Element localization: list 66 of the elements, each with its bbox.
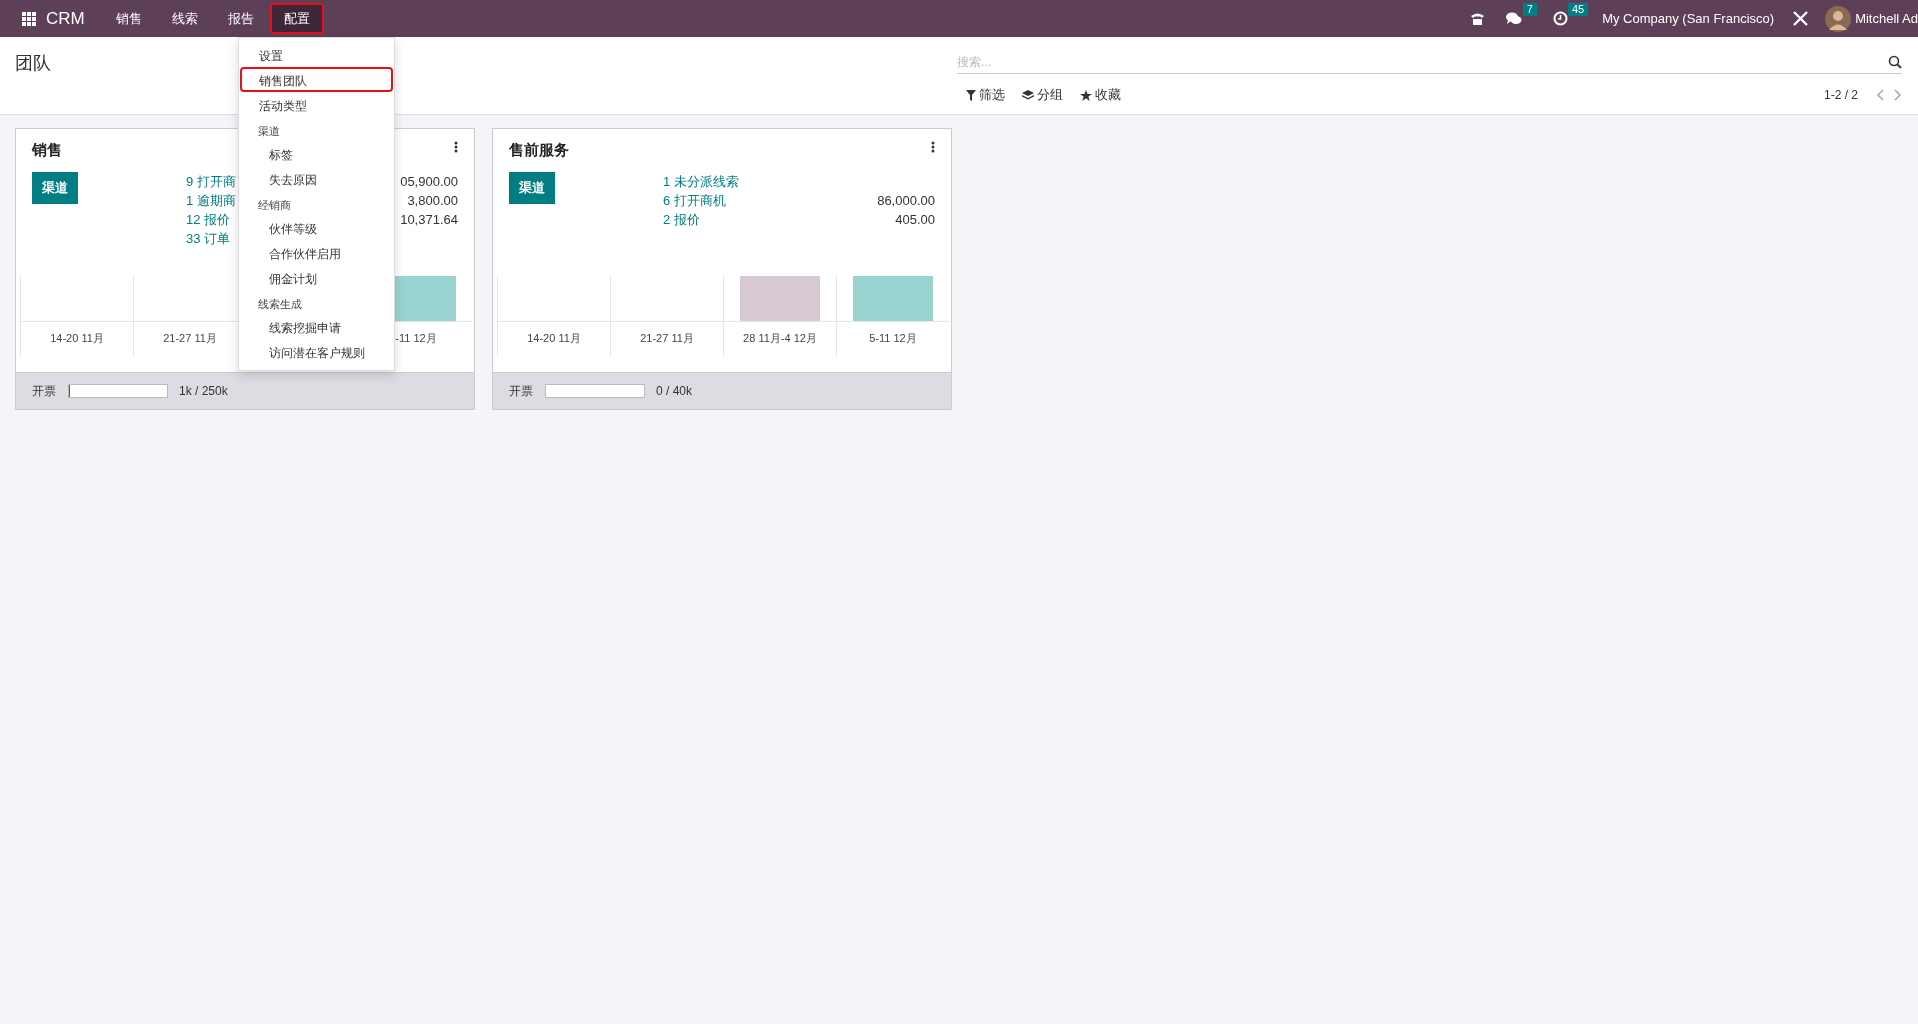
layers-icon xyxy=(1022,89,1034,101)
menu-item[interactable]: 设置 xyxy=(240,42,393,67)
stat-value: 3,800.00 xyxy=(407,192,458,210)
menu-section-header: 经销商 xyxy=(257,198,292,213)
search-icon[interactable] xyxy=(1888,55,1902,69)
stat-link[interactable]: 33 订单 xyxy=(186,229,231,248)
apps-menu-icon[interactable] xyxy=(22,11,36,26)
week-label: 14-20 11月 xyxy=(527,331,581,346)
phone-icon[interactable] xyxy=(1469,11,1485,26)
company-switcher[interactable]: My Company (San Francisco) xyxy=(1602,11,1775,26)
week-label: 21-27 11月 xyxy=(640,331,694,346)
pipeline-button[interactable]: 渠道 xyxy=(32,172,78,204)
pipeline-button[interactable]: 渠道 xyxy=(509,172,555,204)
stat-link[interactable]: 1 逾期商 xyxy=(186,191,236,210)
stat-link[interactable]: 2 报价 xyxy=(663,210,700,229)
week-label: 5-11 12月 xyxy=(869,331,917,346)
stat-value: 10,371.64 xyxy=(400,211,458,229)
menu-item[interactable]: 访问潜在客户规则 xyxy=(240,339,393,364)
activity-count-badge: 45 xyxy=(1567,3,1589,16)
week-label: 14-20 11月 xyxy=(50,331,104,346)
week-label: -11 12月 xyxy=(395,331,437,346)
filter-button[interactable]: 收藏 xyxy=(1080,86,1121,104)
invoicing-label: 开票 xyxy=(32,382,56,400)
chat-icon[interactable] xyxy=(1504,11,1523,26)
week-label: 21-27 11月 xyxy=(163,331,217,346)
menu-item[interactable]: 伙伴等级 xyxy=(240,215,393,240)
stat-link[interactable]: 1 未分派线索 xyxy=(663,172,739,191)
menu-section-header: 线索生成 xyxy=(257,297,303,312)
kebab-menu-icon[interactable] xyxy=(931,141,935,153)
stat-value: 405.00 xyxy=(895,211,935,229)
menu-item[interactable]: 失去原因 xyxy=(240,166,393,191)
menu-item[interactable]: 活动类型 xyxy=(240,92,393,117)
star-icon xyxy=(1080,89,1092,101)
stat-link[interactable]: 12 报价 xyxy=(186,210,231,229)
stat-link[interactable]: 6 打开商机 xyxy=(663,191,726,210)
app-name[interactable]: CRM xyxy=(46,8,85,29)
menu-item[interactable]: 佣金计划 xyxy=(240,265,393,290)
stat-link[interactable]: 9 打开商 xyxy=(186,172,236,191)
pager-value: 1-2 / 2 xyxy=(1823,88,1858,102)
stat-value: 05,900.00 xyxy=(400,173,458,191)
team-name: 销售 xyxy=(32,141,62,160)
progress-reading: 0 / 40k xyxy=(656,384,693,398)
progress-reading: 1k / 250k xyxy=(179,384,228,398)
nav-menu-item[interactable]: 销售 xyxy=(101,3,156,34)
menu-item[interactable]: 合作伙伴启用 xyxy=(240,240,393,265)
filter-button[interactable]: 分组 xyxy=(1022,86,1063,104)
menu-item[interactable]: 标签 xyxy=(240,141,393,166)
menu-item[interactable]: 线索挖掘申请 xyxy=(240,314,393,339)
menu-section-header: 渠道 xyxy=(257,124,281,139)
stat-value: 86,000.00 xyxy=(877,192,935,210)
week-label: 28 11月-4 12月 xyxy=(743,331,817,346)
team-name: 售前服务 xyxy=(509,141,569,160)
nav-menu-item[interactable]: 配置 xyxy=(269,3,324,34)
filter-button[interactable]: 筛选 xyxy=(966,86,1005,104)
avatar[interactable] xyxy=(1825,5,1852,32)
page-title: 团队 xyxy=(15,52,51,75)
nav-menu-item[interactable]: 线索 xyxy=(157,3,212,34)
kebab-menu-icon[interactable] xyxy=(454,141,458,153)
menu-item[interactable]: 销售团队 xyxy=(240,67,393,92)
invoicing-label: 开票 xyxy=(509,382,533,400)
user-name[interactable]: Mitchell Ad xyxy=(1855,11,1918,26)
funnel-icon xyxy=(966,89,976,101)
search-field[interactable]: 搜索... xyxy=(957,55,1888,69)
nav-menu-item[interactable]: 报告 xyxy=(213,3,268,34)
clock-icon[interactable] xyxy=(1552,11,1568,26)
message-count-badge: 7 xyxy=(1522,3,1537,16)
